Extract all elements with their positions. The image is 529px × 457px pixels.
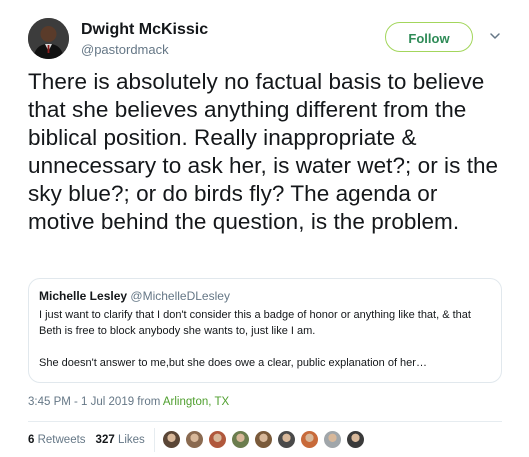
author-name[interactable]: Dwight McKissic — [81, 21, 208, 39]
author-handle[interactable]: @pastordmack — [81, 42, 169, 57]
avatar-photo-icon[interactable] — [300, 430, 319, 449]
retweets-stat[interactable]: 6 Retweets — [28, 434, 86, 446]
quoted-paragraph-1: I just want to clarify that I don't cons… — [39, 309, 471, 337]
quoted-author-handle: @MichelleDLesley — [130, 289, 230, 303]
likes-count: 327 — [95, 434, 115, 446]
quoted-tweet-body: I just want to clarify that I don't cons… — [39, 307, 494, 371]
follow-button[interactable]: Follow — [385, 22, 473, 52]
quoted-tweet[interactable]: Michelle Lesley @MichelleDLesley I just … — [28, 278, 502, 383]
chevron-down-icon[interactable] — [488, 29, 502, 43]
likes-stat[interactable]: 327 Likes — [96, 434, 145, 446]
retweets-label: Retweets — [37, 434, 86, 446]
avatar-photo-icon[interactable] — [323, 430, 342, 449]
retweets-count: 6 — [28, 434, 35, 446]
tweet-header: Dwight McKissic @pastordmack Follow — [28, 14, 508, 60]
avatar-photo-icon[interactable] — [346, 430, 365, 449]
avatar-photo-icon[interactable] — [185, 430, 204, 449]
tweet-text: There is absolutely no factual basis to … — [28, 69, 499, 234]
quoted-author-name: Michelle Lesley — [39, 289, 128, 303]
likes-label: Likes — [117, 434, 145, 446]
avatar-photo-icon[interactable] — [254, 430, 273, 449]
avatar-photo-icon[interactable] — [162, 430, 181, 449]
avatar-photo-icon[interactable] — [231, 430, 250, 449]
location-link[interactable]: Arlington, TX — [163, 396, 229, 408]
divider — [28, 421, 502, 422]
timestamp[interactable]: 3:45 PM - 1 Jul 2019 from — [28, 396, 163, 408]
avatar-photo-icon[interactable] — [277, 430, 296, 449]
profile-photo-icon — [28, 18, 69, 59]
avatar[interactable] — [28, 18, 69, 59]
quoted-paragraph-2: She doesn't answer to me,but she does ow… — [39, 357, 427, 369]
quoted-tweet-header: Michelle Lesley @MichelleDLesley — [39, 289, 230, 303]
tweet-meta: 3:45 PM - 1 Jul 2019 from Arlington, TX — [28, 396, 229, 408]
tweet-stats: 6 Retweets 327 Likes — [28, 434, 145, 446]
stats-separator — [154, 428, 155, 452]
avatar-photo-icon[interactable] — [208, 430, 227, 449]
